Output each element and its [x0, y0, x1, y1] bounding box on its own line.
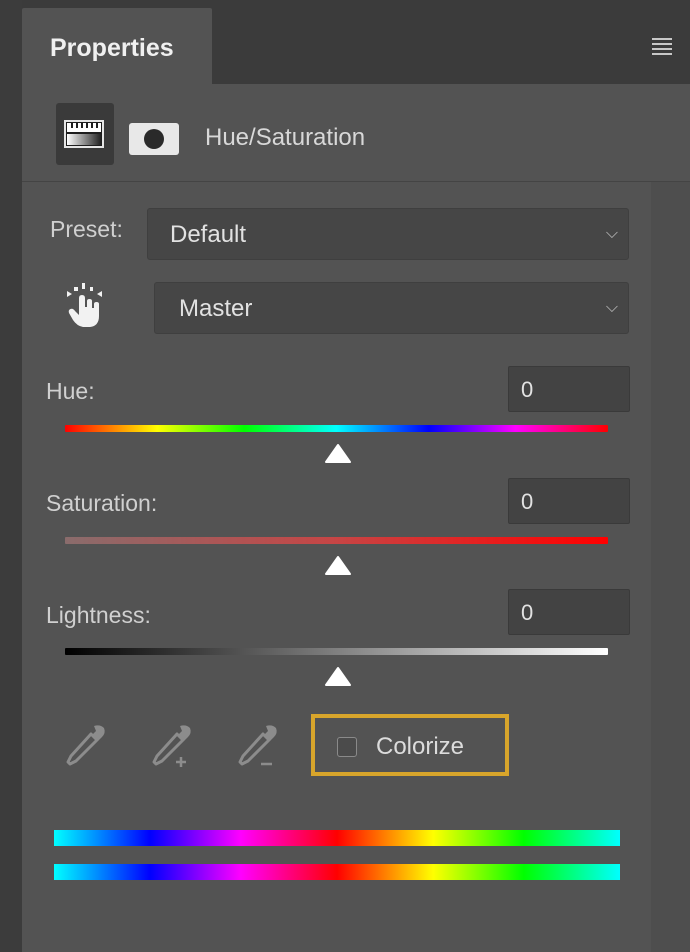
- source-color-spectrum: [54, 830, 620, 846]
- layer-mask-icon[interactable]: [129, 123, 179, 160]
- channel-dropdown[interactable]: Master ⌵: [154, 282, 629, 334]
- saturation-input[interactable]: 0: [508, 478, 630, 524]
- preset-dropdown[interactable]: Default ⌵: [147, 208, 629, 260]
- eyedropper-add-icon[interactable]: [148, 722, 194, 779]
- lightness-input[interactable]: 0: [508, 589, 630, 635]
- colorize-checkbox[interactable]: [337, 737, 357, 757]
- hue-slider-track[interactable]: [65, 425, 608, 432]
- properties-panel: Properties Hue/Saturation Preset: Defaul…: [0, 0, 690, 952]
- chevron-down-icon: ⌵: [605, 299, 618, 316]
- colorize-label[interactable]: Colorize: [376, 733, 464, 761]
- hue-slider-thumb[interactable]: [324, 443, 352, 463]
- channel-value: Master: [179, 295, 253, 322]
- result-color-spectrum: [54, 864, 620, 880]
- lightness-label: Lightness:: [46, 602, 151, 628]
- tab-label: Properties: [50, 34, 174, 62]
- preset-value: Default: [170, 221, 247, 248]
- lightness-slider-track[interactable]: [65, 648, 608, 655]
- preset-label: Preset:: [50, 216, 123, 242]
- lightness-slider-thumb[interactable]: [324, 666, 352, 686]
- scrollbar-gutter[interactable]: [651, 182, 690, 952]
- hue-value: 0: [521, 377, 534, 402]
- hamburger-menu-icon[interactable]: [652, 38, 672, 55]
- targeted-adjustment-hand-icon[interactable]: [64, 283, 106, 334]
- chevron-down-icon: ⌵: [605, 225, 618, 242]
- adjustment-title: Hue/Saturation: [205, 124, 366, 151]
- hue-saturation-layer-icon[interactable]: [56, 103, 114, 165]
- panel-left-edge: [0, 0, 22, 952]
- saturation-slider-thumb[interactable]: [324, 555, 352, 575]
- eyedropper-subtract-icon[interactable]: [234, 722, 280, 779]
- hue-label: Hue:: [46, 378, 95, 404]
- hue-input[interactable]: 0: [508, 366, 630, 412]
- saturation-slider-track[interactable]: [65, 537, 608, 544]
- saturation-value: 0: [521, 489, 534, 514]
- header-divider: [22, 181, 690, 182]
- saturation-label: Saturation:: [46, 490, 158, 516]
- eyedropper-icon[interactable]: [62, 722, 108, 775]
- lightness-value: 0: [521, 600, 534, 625]
- tab-properties[interactable]: Properties: [22, 8, 212, 84]
